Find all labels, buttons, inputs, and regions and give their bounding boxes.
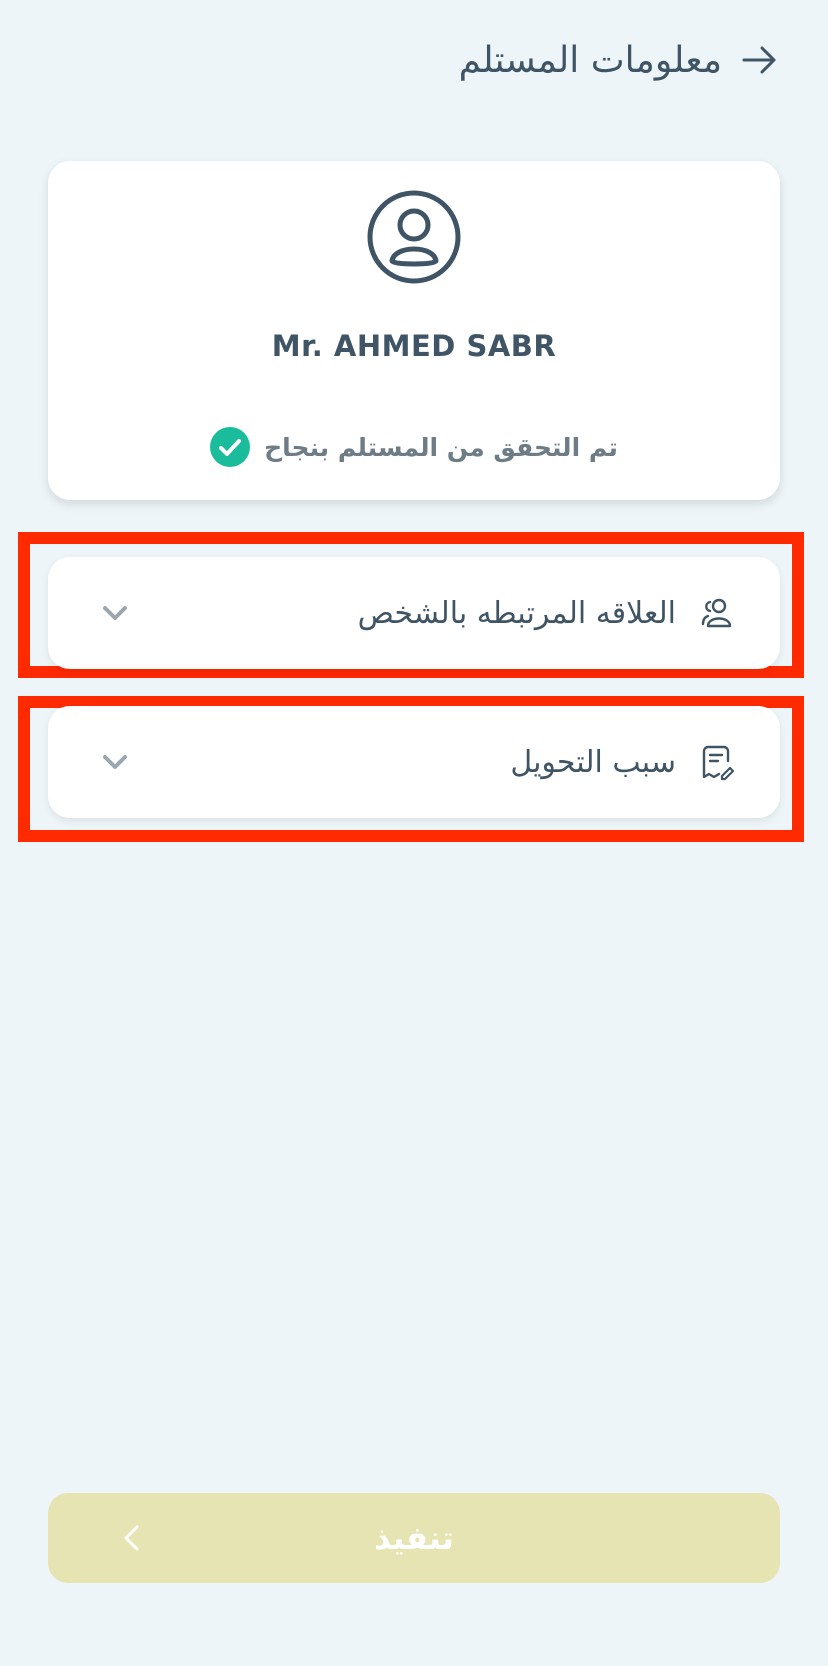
- arrow-right-icon: [742, 46, 776, 74]
- users-icon: [701, 598, 732, 628]
- recipient-card: Mr. AHMED SABR تم التحقق من المستلم بنجا…: [48, 161, 780, 500]
- document-edit-icon: [702, 745, 735, 781]
- chevron-left-icon: [124, 1525, 139, 1551]
- chevron-down-icon: [103, 755, 127, 769]
- check-circle-icon: [210, 427, 251, 467]
- user-circle-icon: [367, 190, 461, 284]
- relationship-label: العلاقه المرتبطه بالشخص: [357, 595, 676, 631]
- page-title: معلومات المستلم: [458, 39, 722, 81]
- verification-status: تم التحقق من المستلم بنجاح: [48, 427, 780, 467]
- verified-text: تم التحقق من المستلم بنجاح: [264, 432, 618, 462]
- recipient-info-screen: معلومات المستلم Mr. AHMED SABR تم التحقق…: [0, 0, 828, 1666]
- relationship-dropdown[interactable]: العلاقه المرتبطه بالشخص: [48, 557, 780, 669]
- execute-button-label: تنفيذ: [374, 1519, 454, 1557]
- transfer-reason-label: سبب التحويل: [510, 744, 676, 780]
- execute-button[interactable]: تنفيذ: [48, 1493, 780, 1583]
- chevron-down-icon: [103, 606, 127, 620]
- recipient-name: Mr. AHMED SABR: [271, 329, 557, 363]
- transfer-reason-dropdown[interactable]: سبب التحويل: [48, 706, 780, 818]
- back-button[interactable]: [740, 40, 780, 80]
- header: معلومات المستلم: [48, 30, 780, 90]
